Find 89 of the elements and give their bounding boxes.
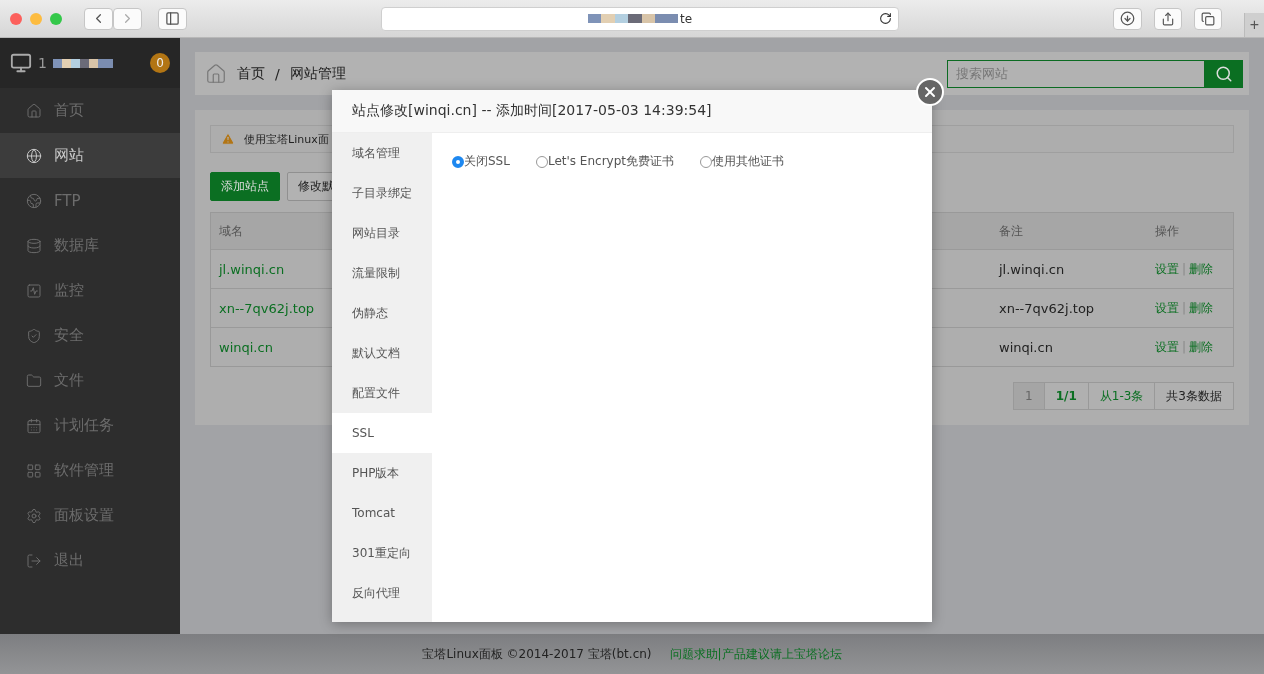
table-cell-text: winqi.cn <box>999 339 1054 355</box>
action-link[interactable]: 设置 <box>1155 299 1179 317</box>
logout-icon <box>26 552 42 569</box>
breadcrumb-link[interactable]: 网站管理 <box>289 64 346 83</box>
download-icon <box>1120 11 1135 26</box>
action-separator: | <box>1182 262 1187 276</box>
column-header: 域名 <box>219 222 243 240</box>
home-icon <box>205 62 227 85</box>
close-icon <box>922 84 938 100</box>
search-icon <box>1215 64 1233 83</box>
back-button[interactable] <box>84 7 113 30</box>
close-window-button[interactable] <box>10 12 22 25</box>
warning-icon <box>221 132 235 146</box>
download-button[interactable] <box>1113 7 1142 30</box>
monitor-chart-icon <box>26 282 42 299</box>
sidebar-item[interactable]: 计划任务 <box>0 403 180 448</box>
dialog-tab[interactable]: PHP版本 <box>332 453 432 493</box>
page-link[interactable]: 1 <box>1014 383 1044 409</box>
dialog-tab[interactable]: 301重定向 <box>332 533 432 573</box>
breadcrumb-separator: / <box>275 65 280 82</box>
action-link[interactable]: 删除 <box>1189 260 1214 278</box>
sidebar-item[interactable]: 软件管理 <box>0 448 180 493</box>
home-icon <box>26 102 42 119</box>
sidebar-item[interactable]: FTP <box>0 178 180 223</box>
radio-button[interactable] <box>700 155 712 168</box>
tabs-button[interactable] <box>1194 7 1222 30</box>
breadcrumb-link[interactable]: 首页 <box>237 64 265 83</box>
ssl-option[interactable]: Let's Encrypt免费证书 <box>535 153 674 170</box>
database-icon <box>26 237 42 254</box>
column-header: 备注 <box>999 222 1023 240</box>
sidebar-item[interactable]: 数据库 <box>0 223 180 268</box>
sidebar-item[interactable]: 首页 <box>0 88 180 133</box>
sidebar-item[interactable]: 退出 <box>0 538 180 583</box>
calendar-icon <box>26 417 42 434</box>
action-link[interactable]: 设置 <box>1155 260 1179 278</box>
action-separator: | <box>1182 340 1187 354</box>
monitor-icon <box>10 52 32 74</box>
sidebar-item[interactable]: 安全 <box>0 313 180 358</box>
blurred-text <box>52 58 113 68</box>
globe-icon <box>26 147 42 164</box>
dialog-tab[interactable]: 默认文档 <box>332 333 432 373</box>
settings-icon <box>26 507 42 524</box>
table-cell-text: xn--7qv62j.top <box>999 300 1096 316</box>
ssl-option[interactable]: 使用其他证书 <box>700 153 784 170</box>
domain-link[interactable]: jl.winqi.cn <box>219 261 285 277</box>
domain-link[interactable]: winqi.cn <box>219 339 273 355</box>
sidebar-item[interactable]: 网站 <box>0 133 180 178</box>
sidebar-toggle-button[interactable] <box>158 7 187 30</box>
folder-icon <box>26 372 42 389</box>
dialog-tab[interactable]: 网站目录 <box>332 213 432 253</box>
search-button[interactable] <box>1205 59 1243 88</box>
alert-text: 使用宝塔Linux面 <box>244 131 329 147</box>
tabs-icon <box>1201 11 1215 26</box>
dialog-tab[interactable]: Tomcat <box>332 493 432 533</box>
action-link[interactable]: 删除 <box>1189 299 1214 317</box>
footer-link[interactable]: 问题求助|产品建议请上宝塔论坛 <box>669 645 842 663</box>
sidebar-item[interactable]: 面板设置 <box>0 493 180 538</box>
radio-button[interactable] <box>535 155 548 168</box>
table-cell-text: jl.winqi.cn <box>999 261 1066 277</box>
dialog-tab[interactable]: 伪静态 <box>332 293 432 333</box>
grid-icon <box>26 462 42 479</box>
notification-badge[interactable]: 0 <box>150 53 170 73</box>
dialog-tab[interactable]: 流量限制 <box>332 253 432 293</box>
action-link[interactable]: 删除 <box>1189 338 1214 356</box>
share-button[interactable] <box>1154 7 1182 30</box>
address-field[interactable]: te <box>381 6 899 31</box>
dialog-tab[interactable]: 域名管理 <box>332 133 432 173</box>
dialog-title: 站点修改[winqi.cn] -- 添加时间[2017-05-03 14:39:54] <box>332 90 932 133</box>
dialog-tab[interactable]: SSL <box>332 413 432 453</box>
domain-link[interactable]: xn--7qv62j.top <box>219 300 315 316</box>
reload-icon[interactable] <box>879 11 892 25</box>
sidebar-icon <box>165 11 180 26</box>
dialog-tab[interactable]: 配置文件 <box>332 373 432 413</box>
column-header: 操作 <box>1154 222 1179 240</box>
sidebar-item[interactable]: 监控 <box>0 268 180 313</box>
footer-text: 宝塔Linux面板 ©2014-2017 宝塔(bt.cn) <box>422 645 652 663</box>
dialog-tab[interactable]: 反向代理 <box>332 573 432 613</box>
new-tab-button[interactable]: + <box>1244 13 1264 37</box>
server-name: 1 <box>38 55 47 71</box>
radio-button[interactable] <box>452 155 464 168</box>
action-link[interactable]: 设置 <box>1155 338 1179 356</box>
ssl-option[interactable]: 关闭SSL <box>452 153 510 170</box>
share-icon <box>1161 11 1175 26</box>
globe-network-icon <box>26 192 42 209</box>
action-separator: | <box>1182 301 1187 315</box>
search-field[interactable]: 搜索网站 <box>947 59 1205 88</box>
sidebar-item[interactable]: 文件 <box>0 358 180 403</box>
shield-icon <box>26 327 42 344</box>
add-site-button[interactable]: 添加站点 <box>210 172 280 201</box>
